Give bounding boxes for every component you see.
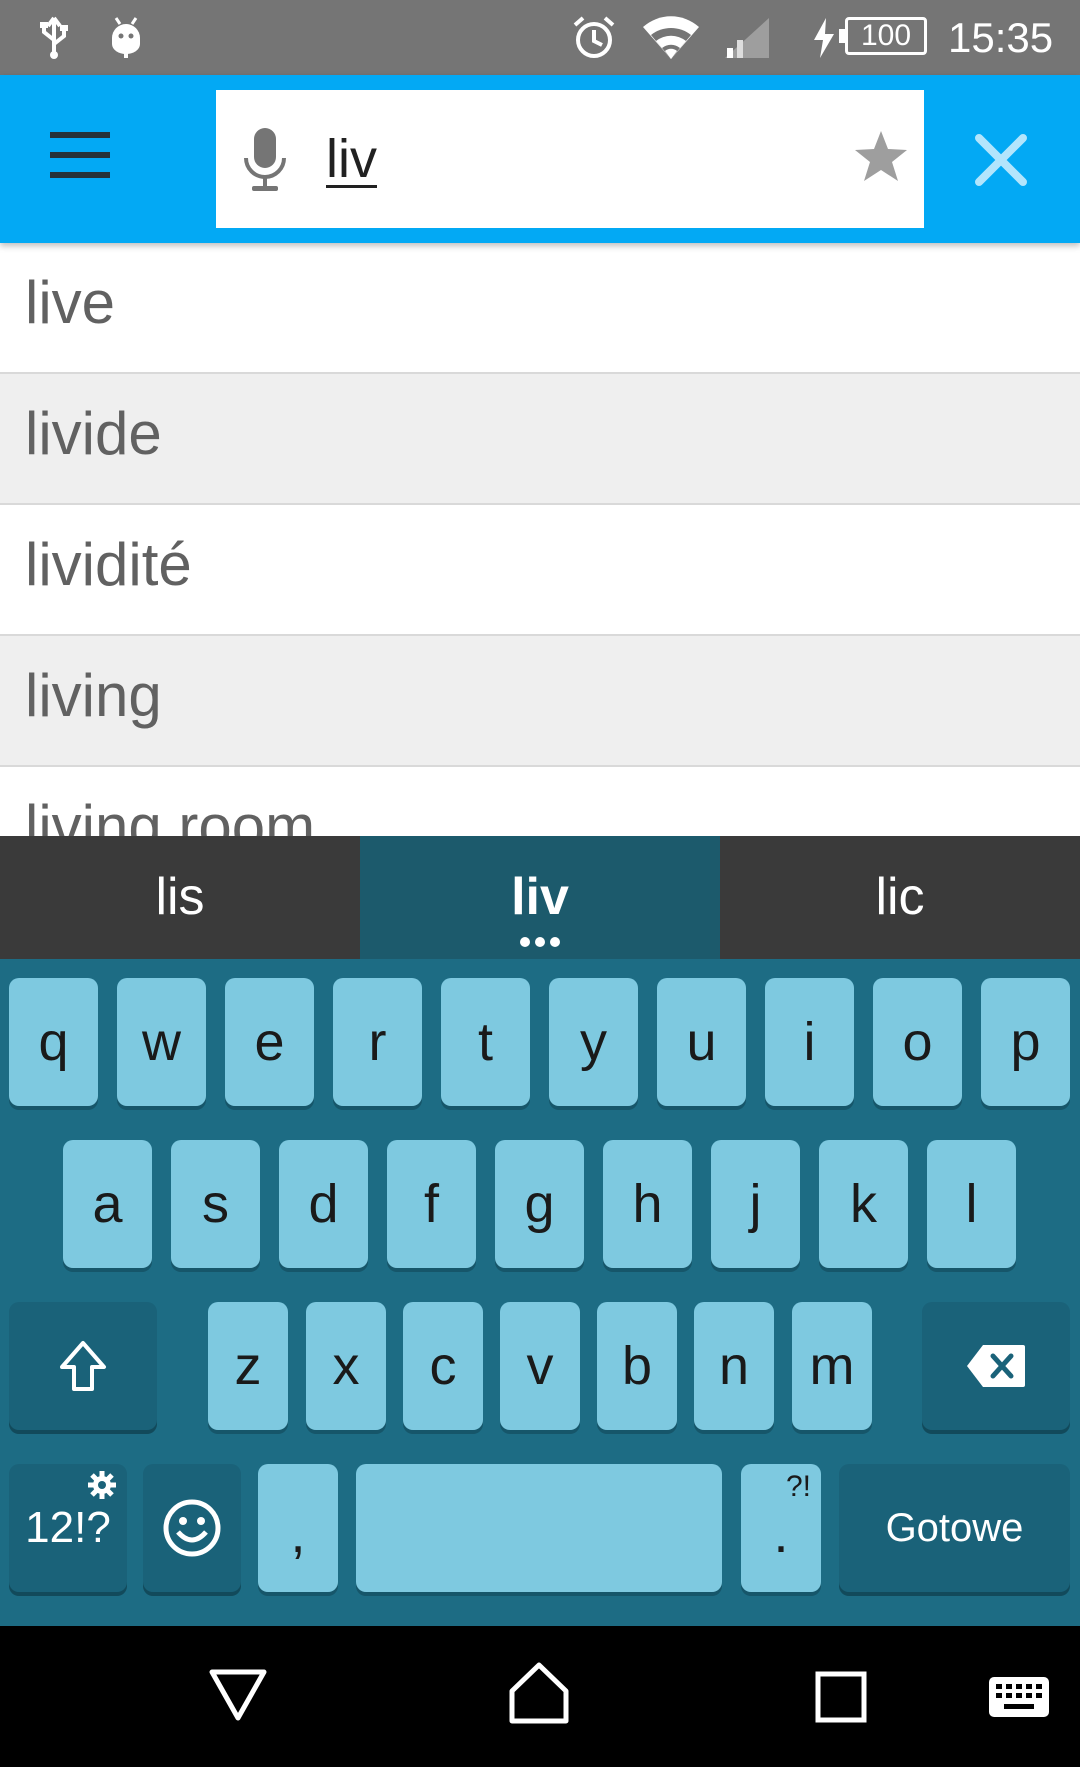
wifi-icon [640,14,702,62]
key-y[interactable]: y [549,978,638,1106]
key-t[interactable]: t [441,978,530,1106]
emoji-key[interactable] [143,1464,241,1592]
recents-icon[interactable] [815,1671,867,1728]
candidate-liv[interactable]: liv [360,836,720,959]
key-j[interactable]: j [711,1140,800,1268]
key-a[interactable]: a [63,1140,152,1268]
list-item[interactable]: living [0,636,1080,767]
settings-icon [88,1471,116,1499]
key-s[interactable]: s [171,1140,260,1268]
done-key[interactable]: Gotowe [839,1464,1070,1592]
battery-indicator: 100 [839,17,927,55]
home-icon[interactable] [508,1661,570,1730]
list-item[interactable]: lividité [0,505,1080,636]
suggestion-text: livide [25,400,162,467]
suggestion-text: living [25,662,162,729]
search-box[interactable]: liv [216,90,924,228]
key-d[interactable]: d [279,1140,368,1268]
space-key[interactable] [356,1464,722,1592]
key-l[interactable]: l [927,1140,1016,1268]
navigation-bar [0,1626,1080,1767]
key-k[interactable]: k [819,1140,908,1268]
key-v[interactable]: v [500,1302,580,1430]
signal-icon [722,14,772,62]
symbols-label: 12!? [25,1503,111,1552]
key-p[interactable]: p [981,978,1070,1106]
key-n[interactable]: n [694,1302,774,1430]
key-z[interactable]: z [208,1302,288,1430]
key-c[interactable]: c [403,1302,483,1430]
suggestion-list: live livide lividité living living room [0,243,1080,836]
shift-key[interactable] [9,1302,157,1430]
comma-key[interactable]: , [258,1464,338,1592]
symbols-key[interactable]: 12!? [9,1464,127,1592]
emoji-icon [163,1499,221,1557]
close-icon[interactable] [973,132,1029,188]
list-item[interactable]: live [0,243,1080,374]
charging-icon [810,14,838,62]
menu-icon[interactable] [50,132,110,178]
status-time: 15:35 [948,14,1054,61]
suggestion-text: live [25,269,116,336]
key-i[interactable]: i [765,978,854,1106]
period-label: . [773,1504,789,1564]
status-bar: 100 15:35 [0,0,1080,75]
backspace-icon [967,1345,1025,1387]
key-u[interactable]: u [657,978,746,1106]
key-x[interactable]: x [306,1302,386,1430]
key-h[interactable]: h [603,1140,692,1268]
key-m[interactable]: m [792,1302,872,1430]
key-e[interactable]: e [225,978,314,1106]
alarm-icon [570,14,618,62]
app-bar: liv [0,75,1080,243]
microphone-icon[interactable] [242,126,288,194]
more-candidates-icon [520,937,560,947]
key-o[interactable]: o [873,978,962,1106]
candidate-lis[interactable]: lis [0,836,360,959]
key-q[interactable]: q [9,978,98,1106]
key-b[interactable]: b [597,1302,677,1430]
search-input[interactable]: liv [326,128,377,190]
keyboard: lis liv lic q w e r t y u i o p a s d f … [0,836,1080,1626]
key-g[interactable]: g [495,1140,584,1268]
list-item[interactable]: livide [0,374,1080,505]
usb-icon [34,14,74,62]
candidate-bar: lis liv lic [0,836,1080,959]
key-f[interactable]: f [387,1140,476,1268]
candidate-lic[interactable]: lic [720,836,1080,959]
back-icon[interactable] [208,1668,268,1727]
suggestion-text: lividité [25,531,192,598]
shift-icon [60,1341,106,1391]
key-w[interactable]: w [117,978,206,1106]
star-icon[interactable] [852,128,910,186]
period-hint: ?! [785,1470,811,1503]
list-item[interactable]: living room [0,767,1080,836]
candidate-label: liv [511,868,569,926]
keyboard-switch-icon[interactable] [988,1676,1050,1723]
key-r[interactable]: r [333,978,422,1106]
android-debug-icon [106,14,146,62]
period-key[interactable]: . ?! [741,1464,821,1592]
suggestion-text: living room [25,793,316,836]
backspace-key[interactable] [922,1302,1070,1430]
